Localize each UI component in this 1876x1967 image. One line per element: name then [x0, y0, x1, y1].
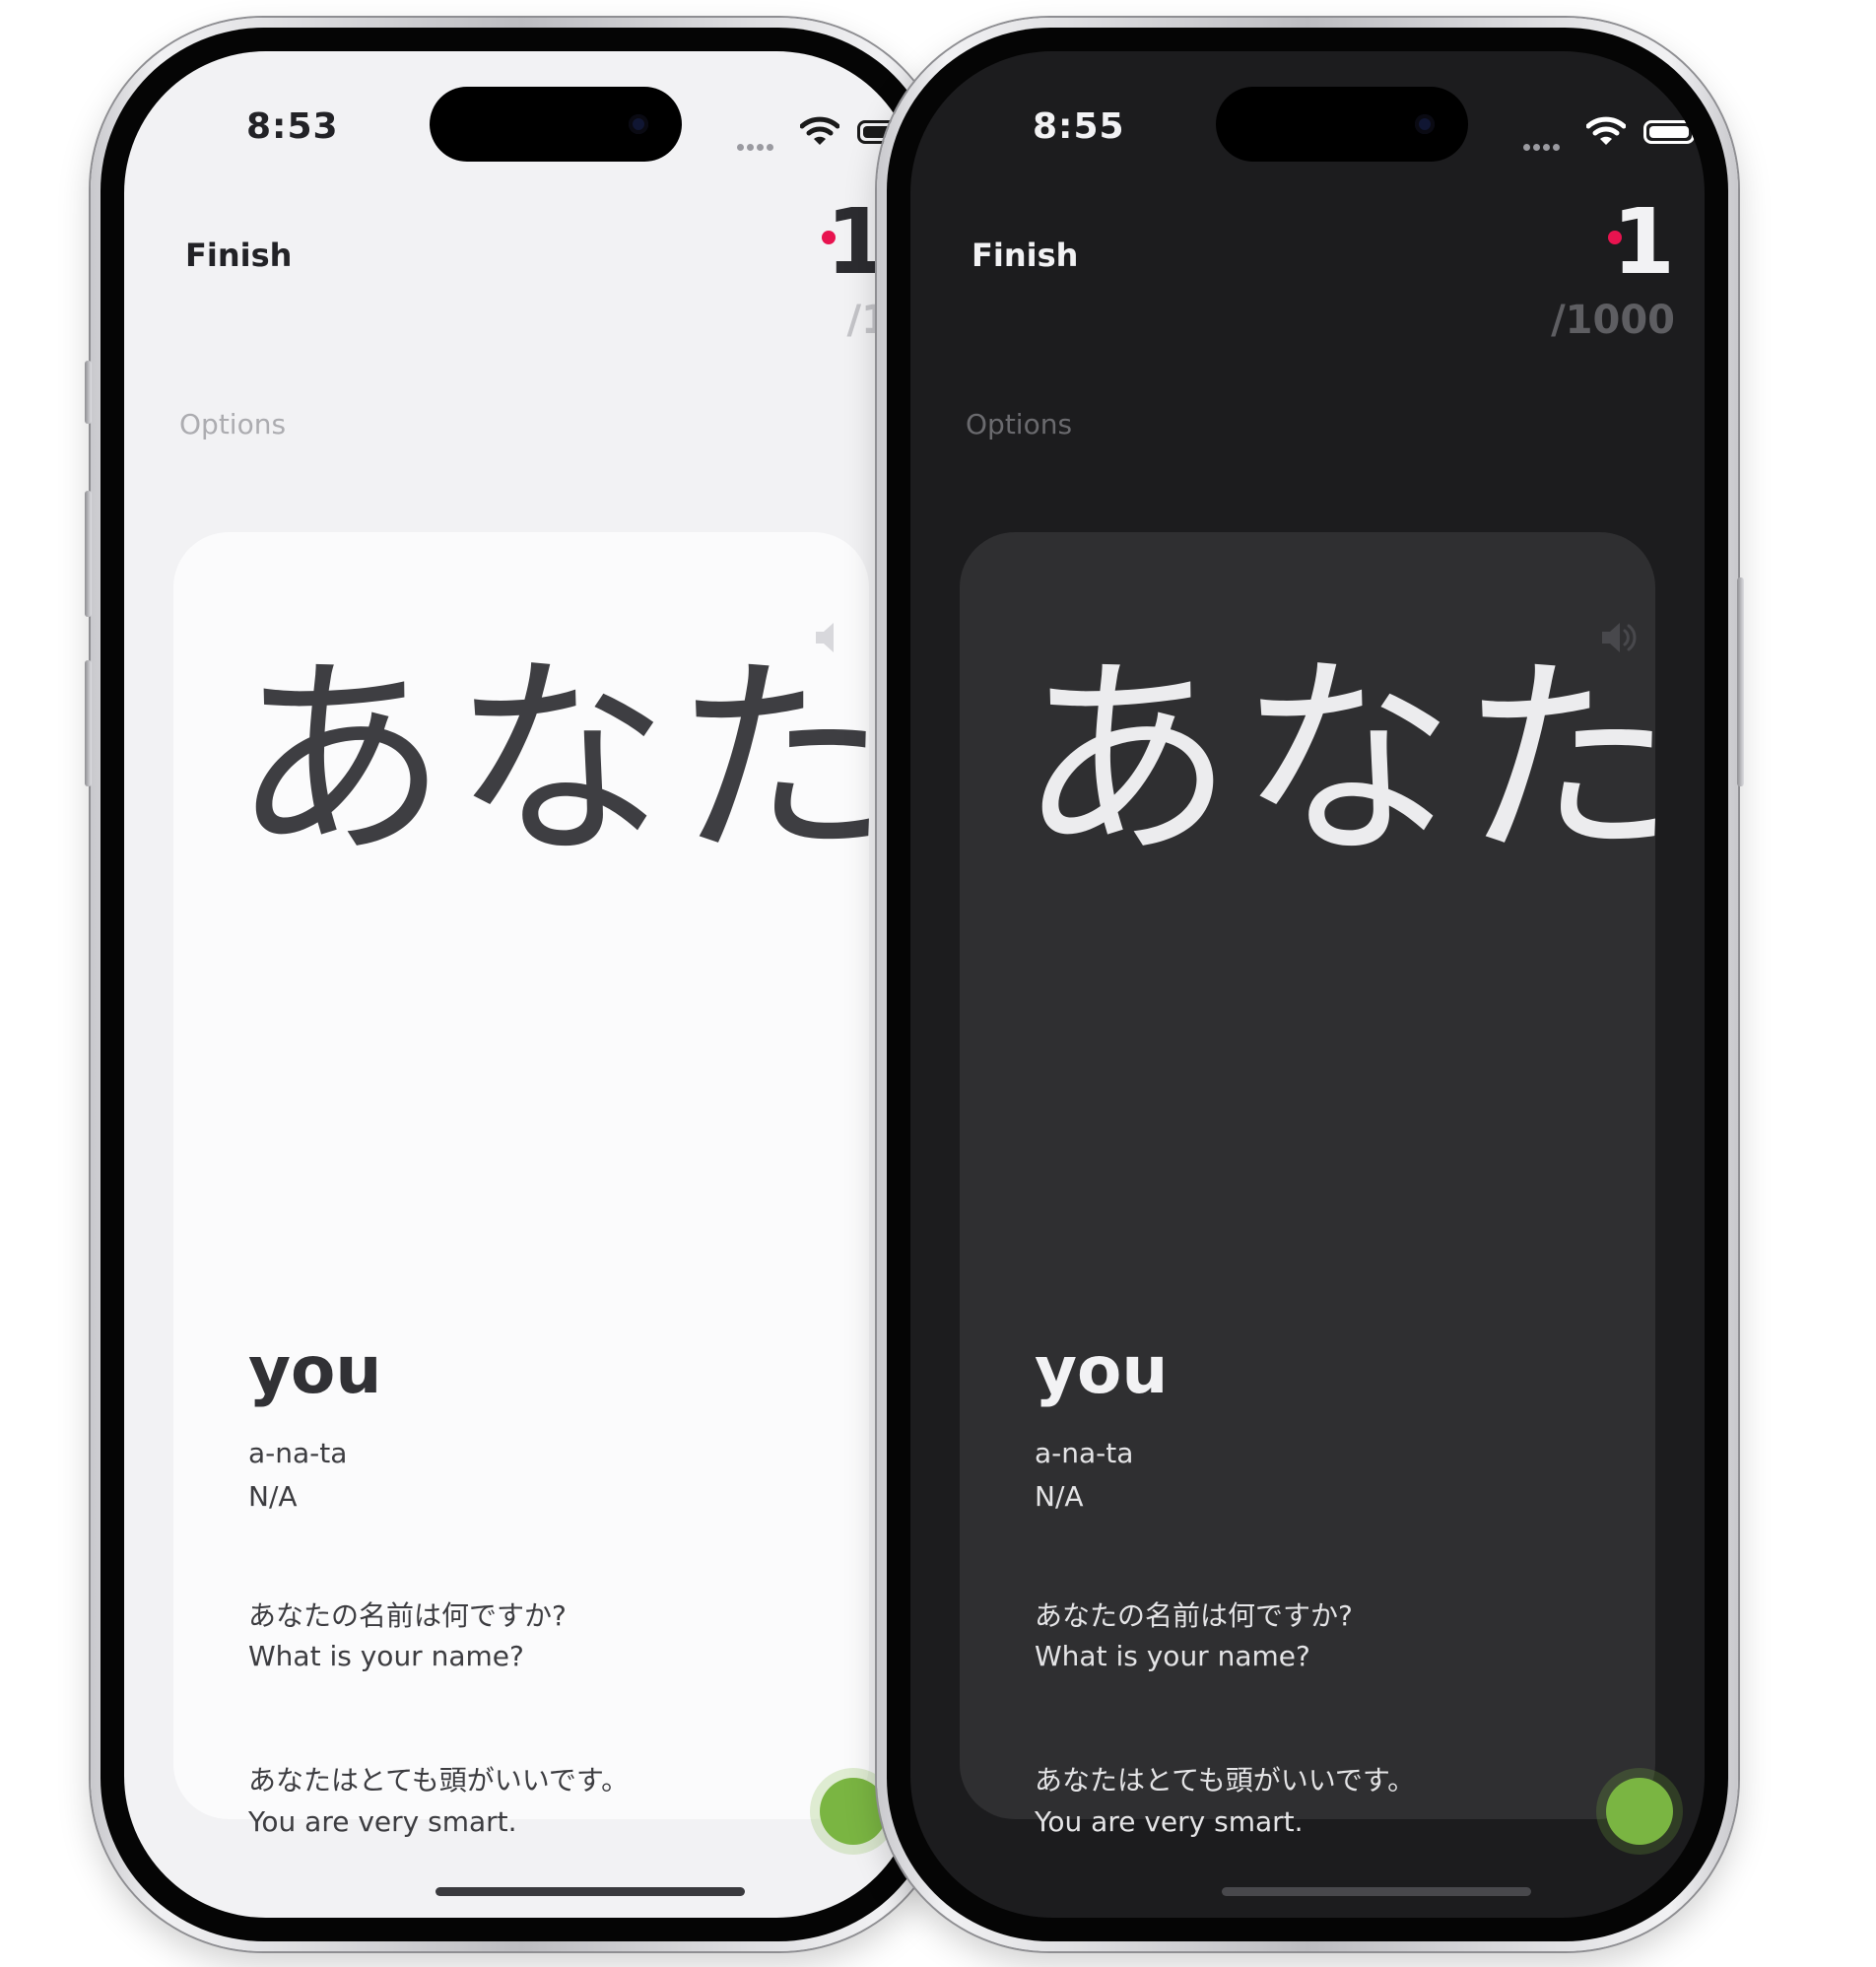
options-label[interactable]: Options	[966, 408, 1072, 441]
signal-icon	[737, 136, 784, 151]
word-part-of-speech: N/A	[248, 1480, 298, 1513]
options-label[interactable]: Options	[179, 408, 286, 441]
power-button	[1737, 577, 1744, 786]
screen: 8:53 Finish 1 /1 Options あなた you a-na-ta…	[124, 51, 918, 1918]
dynamic-island	[1216, 87, 1468, 162]
progress-total: /1000	[1551, 298, 1675, 343]
example-jp: あなたはとても頭がいいです。	[248, 1764, 630, 1797]
screen: 8:55 Finish 1 /1000 Options あなた you a-na…	[910, 51, 1705, 1918]
vocab-word: あなた	[233, 637, 895, 886]
volume-down-button	[85, 660, 92, 786]
word-romaji: a-na-ta	[1035, 1437, 1134, 1469]
phone-light-mode: 8:53 Finish 1 /1 Options あなた you a-na-ta…	[85, 18, 952, 1951]
status-time: 8:55	[1033, 106, 1125, 147]
word-meaning: you	[1035, 1332, 1169, 1408]
example-en: You are very smart.	[1035, 1805, 1304, 1838]
vocab-word: あなた	[1019, 637, 1681, 886]
example-jp: あなたの名前は何ですか?	[1035, 1599, 1353, 1632]
example-jp: あなたはとても頭がいいです。	[1035, 1764, 1416, 1797]
home-indicator[interactable]	[1222, 1887, 1531, 1896]
dynamic-island	[430, 87, 682, 162]
bezel: 8:55 Finish 1 /1000 Options あなた you a-na…	[887, 28, 1728, 1941]
front-camera	[1415, 114, 1435, 134]
word-part-of-speech: N/A	[1035, 1480, 1084, 1513]
wifi-icon	[800, 116, 839, 145]
front-camera	[629, 114, 648, 134]
finish-button[interactable]: Finish	[972, 237, 1078, 274]
phone-dark-mode: 8:55 Finish 1 /1000 Options あなた you a-na…	[877, 18, 1744, 1951]
action-button	[85, 361, 92, 424]
example-en: You are very smart.	[248, 1805, 517, 1838]
bezel: 8:53 Finish 1 /1 Options あなた you a-na-ta…	[100, 28, 942, 1941]
home-indicator[interactable]	[436, 1887, 745, 1896]
example-jp: あなたの名前は何ですか?	[248, 1599, 567, 1632]
wifi-icon	[1586, 116, 1626, 145]
word-romaji: a-na-ta	[248, 1437, 348, 1469]
finish-button[interactable]: Finish	[185, 237, 292, 274]
battery-icon	[1643, 120, 1700, 144]
record-button[interactable]	[1606, 1778, 1673, 1845]
example-en: What is your name?	[248, 1640, 524, 1672]
progress-counter: 1	[1611, 189, 1675, 295]
volume-up-button	[85, 491, 92, 617]
example-en: What is your name?	[1035, 1640, 1310, 1672]
signal-icon	[1523, 136, 1571, 151]
word-meaning: you	[248, 1332, 382, 1408]
status-time: 8:53	[246, 106, 339, 147]
